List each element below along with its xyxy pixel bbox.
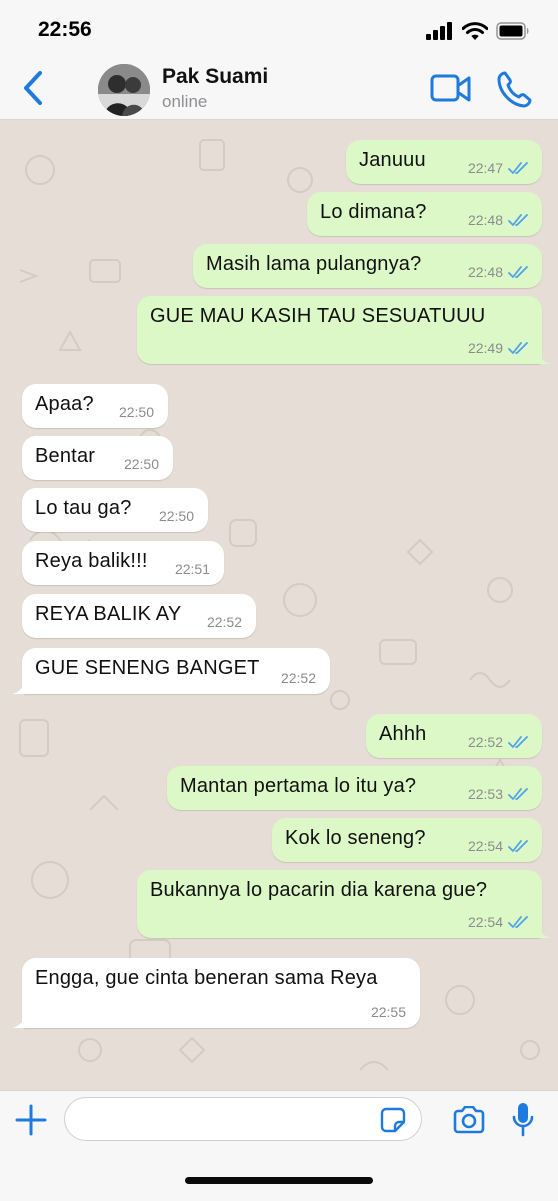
voice-message-button[interactable] xyxy=(512,1102,534,1138)
read-double-check-icon xyxy=(508,266,528,278)
bubble-tail xyxy=(12,1012,26,1028)
video-call-button[interactable] xyxy=(430,72,472,106)
camera-icon xyxy=(453,1105,485,1134)
message-bubble-outgoing[interactable]: Bukannya lo pacarin dia karena gue? 22:5… xyxy=(137,870,551,938)
video-camera-icon xyxy=(430,74,471,102)
message-input-bar xyxy=(0,1090,558,1201)
bubble-tail xyxy=(537,348,551,364)
message-time: 22:48 xyxy=(467,264,503,280)
message-text: Reya balik!!! xyxy=(35,550,148,572)
message-text: Lo tau ga? xyxy=(35,497,132,519)
message-bubble-incoming[interactable]: GUE SENENG BANGET 22:52 xyxy=(12,648,330,694)
cellular-signal-icon xyxy=(426,22,452,40)
message-time: 22:54 xyxy=(467,914,503,930)
avatar-photo xyxy=(98,64,150,116)
message-bubble-outgoing[interactable]: GUE MAU KASIH TAU SESUATUUU 22:49 xyxy=(137,296,551,364)
camera-button[interactable] xyxy=(452,1105,486,1134)
message-time: 22:53 xyxy=(467,786,503,802)
read-double-check-icon xyxy=(508,916,528,928)
message-time: 22:55 xyxy=(370,1004,406,1020)
message-bubble-incoming[interactable]: Bentar 22:50 xyxy=(22,436,173,480)
message-time: 22:50 xyxy=(123,456,159,472)
message-bubble-outgoing[interactable]: Ahhh 22:52 xyxy=(366,714,542,758)
wifi-icon xyxy=(462,21,488,40)
read-double-check-icon xyxy=(508,840,528,852)
phone-icon xyxy=(497,71,532,108)
message-bubble-incoming[interactable]: Apaa? 22:50 xyxy=(22,384,168,428)
status-icons xyxy=(426,20,530,42)
chat-area[interactable]: Januuu 22:47 Lo dimana? 22:48 Masih lama… xyxy=(0,120,558,1090)
message-text: GUE MAU KASIH TAU SESUATUUU xyxy=(150,305,486,327)
message-bubble-outgoing[interactable]: Januuu 22:47 xyxy=(346,140,542,184)
message-bubble-incoming[interactable]: Reya balik!!! 22:51 xyxy=(22,541,224,585)
read-double-check-icon xyxy=(508,788,528,800)
read-double-check-icon xyxy=(508,342,528,354)
bubble-tail xyxy=(12,678,26,694)
message-text: Mantan pertama lo itu ya? xyxy=(180,775,417,797)
sticker-icon xyxy=(380,1107,406,1133)
message-time: 22:47 xyxy=(467,160,503,176)
message-bubble-incoming[interactable]: Lo tau ga? 22:50 xyxy=(22,488,208,532)
message-bubble-outgoing[interactable]: Masih lama pulangnya? 22:48 xyxy=(193,244,542,288)
message-text: Kok lo seneng? xyxy=(285,827,426,849)
message-time: 22:52 xyxy=(467,734,503,750)
read-double-check-icon xyxy=(508,162,528,174)
message-bubble-outgoing[interactable]: Kok lo seneng? 22:54 xyxy=(272,818,542,862)
attach-button[interactable] xyxy=(14,1103,48,1137)
message-text: Engga, gue cinta beneran sama Reya xyxy=(35,967,378,989)
message-input[interactable] xyxy=(64,1097,422,1141)
bubble-tail xyxy=(537,922,551,938)
microphone-icon xyxy=(512,1103,534,1137)
message-time: 22:52 xyxy=(206,614,242,630)
message-time: 22:51 xyxy=(174,561,210,577)
read-double-check-icon xyxy=(508,214,528,226)
message-time: 22:54 xyxy=(467,838,503,854)
message-text: GUE SENENG BANGET xyxy=(35,657,260,679)
message-text: Januuu xyxy=(359,149,426,171)
message-text: REYA BALIK AY xyxy=(35,603,182,625)
message-time: 22:50 xyxy=(118,404,154,420)
message-text: Masih lama pulangnya? xyxy=(206,253,422,275)
read-double-check-icon xyxy=(508,736,528,748)
status-time: 22:56 xyxy=(38,18,92,41)
message-bubble-incoming[interactable]: Engga, gue cinta beneran sama Reya 22:55 xyxy=(12,958,420,1028)
message-text: Apaa? xyxy=(35,393,94,415)
chat-header: Pak Suami online xyxy=(0,58,558,120)
status-bar: 22:56 xyxy=(0,0,558,58)
message-bubble-outgoing[interactable]: Mantan pertama lo itu ya? 22:53 xyxy=(167,766,542,810)
message-time: 22:48 xyxy=(467,212,503,228)
battery-icon xyxy=(496,22,529,40)
home-indicator xyxy=(185,1177,373,1184)
message-time: 22:50 xyxy=(158,508,194,524)
voice-call-button[interactable] xyxy=(496,70,532,108)
message-text: Bukannya lo pacarin dia karena gue? xyxy=(150,879,488,901)
avatar[interactable] xyxy=(98,64,150,116)
message-time: 22:52 xyxy=(280,670,316,686)
back-chevron-icon xyxy=(24,71,42,105)
contact-name[interactable]: Pak Suami xyxy=(162,65,268,89)
message-bubble-outgoing[interactable]: Lo dimana? 22:48 xyxy=(307,192,542,236)
message-bubble-incoming[interactable]: REYA BALIK AY 22:52 xyxy=(22,594,256,638)
message-text: Lo dimana? xyxy=(320,201,427,223)
message-time: 22:49 xyxy=(467,340,503,356)
contact-status: online xyxy=(162,92,208,111)
message-text: Ahhh xyxy=(379,723,427,745)
plus-icon xyxy=(15,1104,47,1136)
back-button[interactable] xyxy=(20,69,48,107)
message-text: Bentar xyxy=(35,445,96,467)
sticker-button[interactable] xyxy=(380,1107,406,1133)
